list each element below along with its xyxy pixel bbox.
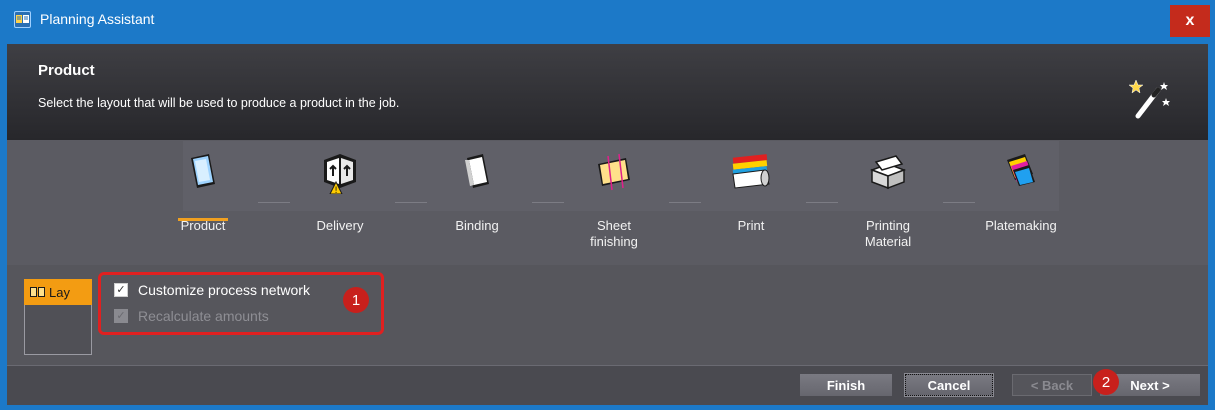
step-print[interactable]: Print: [691, 150, 811, 234]
layout-tab-label: Lay: [49, 284, 70, 300]
magic-wand-icon: [1128, 79, 1170, 119]
window-title: Planning Assistant: [40, 11, 155, 27]
close-button[interactable]: x: [1170, 5, 1210, 37]
step-sheet-finishing[interactable]: Sheet finishing: [554, 150, 674, 250]
page-subtitle: Select the layout that will be used to p…: [38, 96, 400, 110]
finish-button[interactable]: Finish: [800, 374, 892, 396]
cancel-button[interactable]: Cancel: [904, 373, 994, 397]
step-label: Delivery: [316, 218, 364, 233]
header-panel: [7, 44, 1208, 140]
annotation-highlight-box: [98, 272, 384, 335]
platemaking-icon: [1007, 154, 1035, 186]
step-label: Sheet finishing: [590, 218, 638, 249]
step-product[interactable]: Product: [143, 150, 263, 234]
printing-material-icon: [869, 155, 907, 190]
annotation-badge-1: 1: [343, 287, 369, 313]
step-binding[interactable]: Binding: [417, 150, 537, 234]
page-title: Product: [38, 62, 95, 79]
step-printing-material[interactable]: Printing Material: [828, 150, 948, 250]
close-icon: x: [1185, 12, 1195, 29]
annotation-badge-2: 2: [1093, 369, 1119, 395]
step-label: Printing Material: [864, 218, 912, 249]
layout-tab[interactable]: Lay: [24, 279, 92, 305]
product-icon: [191, 154, 215, 188]
step-label: Binding: [455, 218, 499, 233]
layout-icon: [30, 287, 45, 297]
svg-text:!: !: [334, 186, 338, 194]
step-label: Print: [737, 218, 765, 233]
back-button: < Back: [1012, 374, 1092, 396]
sheet-finishing-icon: [598, 153, 630, 191]
step-label: Platemaking: [985, 218, 1057, 233]
active-step-indicator: [178, 218, 228, 221]
app-icon: [14, 11, 31, 28]
delivery-icon: !: [324, 154, 356, 194]
title-bar[interactable]: [0, 0, 1215, 40]
binding-icon: [465, 154, 489, 188]
step-delivery[interactable]: ! Delivery: [280, 150, 400, 234]
print-icon: [732, 154, 770, 189]
step-platemaking[interactable]: Platemaking: [961, 150, 1081, 234]
